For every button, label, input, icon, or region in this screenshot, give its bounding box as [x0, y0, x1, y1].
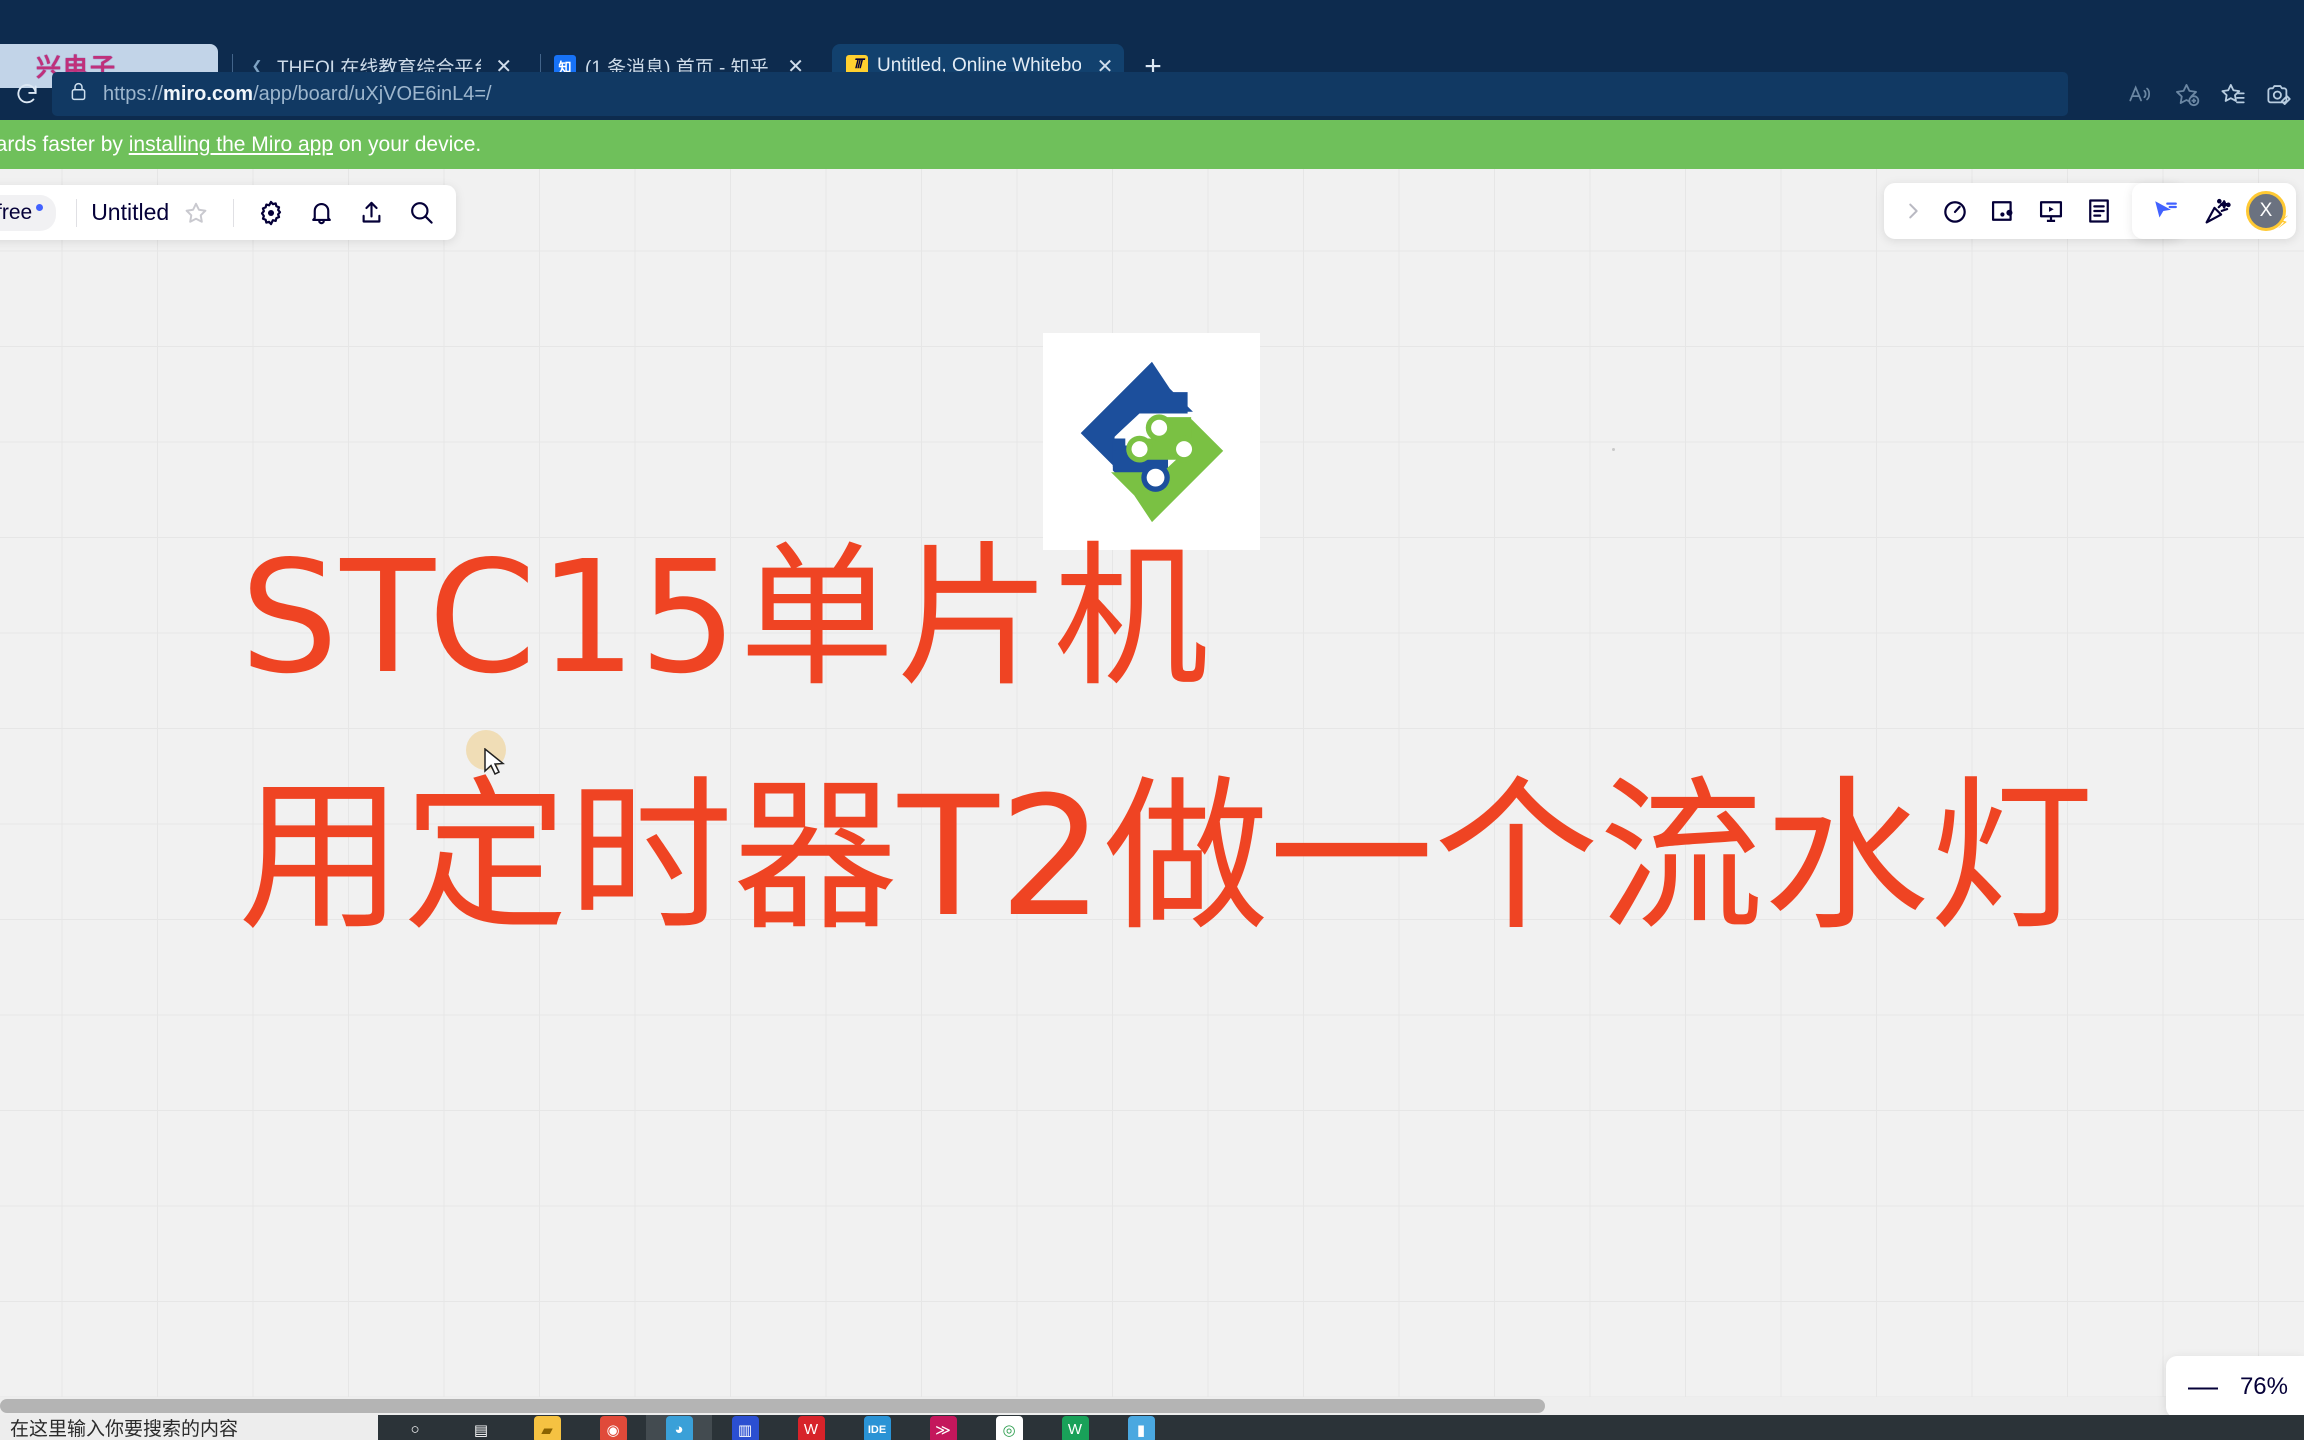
reload-icon[interactable]: [4, 71, 50, 117]
search-placeholder: 在这里输入你要搜索的内容: [10, 1418, 239, 1440]
share-upload-icon[interactable]: [348, 190, 394, 236]
zoom-level-value[interactable]: 76%: [2240, 1373, 2288, 1401]
notes-icon[interactable]: [2076, 188, 2122, 234]
app-green-icon[interactable]: W: [1042, 1415, 1108, 1440]
board-logo-image[interactable]: [1043, 333, 1260, 550]
avatar-bolt-icon: ⚡: [2277, 213, 2289, 232]
app-white-icon-glyph: ◎: [995, 1416, 1023, 1440]
chrome-icon[interactable]: ◉: [580, 1415, 646, 1440]
collections-icon[interactable]: [2256, 72, 2300, 116]
canvas-dot: [1612, 448, 1615, 451]
app-blue-icon-glyph: ▥: [731, 1416, 759, 1440]
taskbar-icons: ○ ▤ ▰ ◉ ◕ ▥ W IDE ≫ ◎ W ▮: [382, 1415, 1174, 1440]
horizontal-scrollbar[interactable]: [0, 1397, 2304, 1415]
app-white-icon[interactable]: ◎: [976, 1415, 1042, 1440]
chrome-icon-glyph: ◉: [599, 1416, 627, 1440]
plan-label: free: [0, 200, 33, 224]
file-explorer-icon[interactable]: ▰: [514, 1415, 580, 1440]
cortana-icon-glyph: ○: [410, 1421, 420, 1438]
edge-icon[interactable]: ◕: [646, 1415, 712, 1440]
miro-left-toolbar: free Untitled: [0, 185, 457, 240]
windows-taskbar: 在这里输入你要搜索的内容 ○ ▤ ▰ ◉ ◕ ▥ W IDE ≫ ◎ W ▮: [0, 1415, 2304, 1440]
expand-chevron-icon[interactable]: [1896, 188, 1930, 234]
miro-canvas[interactable]: STC15单片机 用定时器T2做一个流水灯: [0, 169, 2304, 1415]
zoom-control: — 76%: [2165, 1356, 2304, 1418]
mouse-cursor-icon: [484, 748, 505, 776]
browser-chrome: 兴电子 ❮ THEOL在线教育综合平台-辽宁建 ✕ 知 (1 条消息) 首页 -…: [0, 0, 2304, 128]
app-green-icon-glyph: W: [1061, 1416, 1089, 1440]
circuit-diamond-logo: [1080, 361, 1223, 522]
tab-strip: 兴电子 ❮ THEOL在线教育综合平台-辽宁建 ✕ 知 (1 条消息) 首页 -…: [0, 20, 2304, 88]
read-aloud-icon[interactable]: [2118, 72, 2162, 116]
taskbar-search-input[interactable]: 在这里输入你要搜索的内容: [0, 1415, 378, 1440]
banner-text: oards faster by installing the Miro app …: [0, 132, 482, 156]
app-red-icon[interactable]: W: [778, 1415, 844, 1440]
zoom-out-button[interactable]: —: [2188, 1372, 2218, 1402]
user-avatar[interactable]: X ⚡: [2246, 191, 2289, 232]
app-pink-icon-glyph: ≫: [929, 1416, 957, 1440]
app-red-icon-glyph: W: [797, 1416, 825, 1440]
cursor-share-icon[interactable]: [2142, 188, 2188, 234]
lock-icon: [68, 81, 89, 107]
app-blue-icon[interactable]: ▥: [712, 1415, 778, 1440]
screenshot-frame-icon[interactable]: [1980, 188, 2026, 234]
install-miro-app-link[interactable]: installing the Miro app: [129, 133, 333, 156]
avatar-initial: X: [2259, 200, 2273, 221]
app-pink-icon[interactable]: ≫: [910, 1415, 976, 1440]
address-bar-icons: [2118, 70, 2300, 118]
install-app-banner: oards faster by installing the Miro app …: [0, 120, 2304, 169]
board-title[interactable]: Untitled: [91, 199, 169, 226]
plan-badge[interactable]: free: [0, 194, 57, 231]
notifications-bell-icon[interactable]: [298, 190, 344, 236]
cortana-icon[interactable]: ○: [382, 1415, 448, 1440]
board-heading-line-2[interactable]: 用定时器T2做一个流水灯: [238, 775, 2094, 940]
favorites-icon[interactable]: [2210, 72, 2254, 116]
app-lightblue-icon-glyph: ▮: [1127, 1416, 1155, 1440]
edge-icon-glyph: ◕: [665, 1416, 693, 1440]
settings-gear-icon[interactable]: [248, 190, 294, 236]
board-heading-line-1[interactable]: STC15单片机: [240, 540, 1210, 695]
task-view-icon-glyph: ▤: [473, 1421, 489, 1439]
screen: 兴电子 ❮ THEOL在线教育综合平台-辽宁建 ✕ 知 (1 条消息) 首页 -…: [0, 0, 2304, 1440]
scrollbar-thumb[interactable]: [0, 1399, 1545, 1413]
favorite-star-icon[interactable]: [173, 190, 219, 236]
presentation-icon[interactable]: [2028, 188, 2074, 234]
app-lightblue-icon[interactable]: ▮: [1108, 1415, 1174, 1440]
plan-update-dot: [36, 203, 44, 211]
address-bar-row: https://miro.com/app/board/uXjVOE6inL4=/: [0, 68, 2304, 120]
add-favorite-icon[interactable]: [2164, 72, 2208, 116]
task-view-icon[interactable]: ▤: [448, 1415, 514, 1440]
timer-icon[interactable]: [1932, 188, 1978, 234]
search-icon[interactable]: [398, 190, 444, 236]
ide-icon-glyph: IDE: [863, 1416, 891, 1440]
toolbar-divider: [233, 198, 235, 227]
toolbar-divider: [76, 198, 78, 227]
url-text: https://miro.com/app/board/uXjVOE6inL4=/: [103, 82, 492, 105]
confetti-icon[interactable]: [2194, 188, 2240, 234]
file-explorer-icon-glyph: ▰: [533, 1416, 561, 1440]
ide-icon[interactable]: IDE: [844, 1415, 910, 1440]
miro-user-toolbar: X ⚡: [2132, 183, 2296, 239]
url-input[interactable]: https://miro.com/app/board/uXjVOE6inL4=/: [52, 72, 2068, 116]
